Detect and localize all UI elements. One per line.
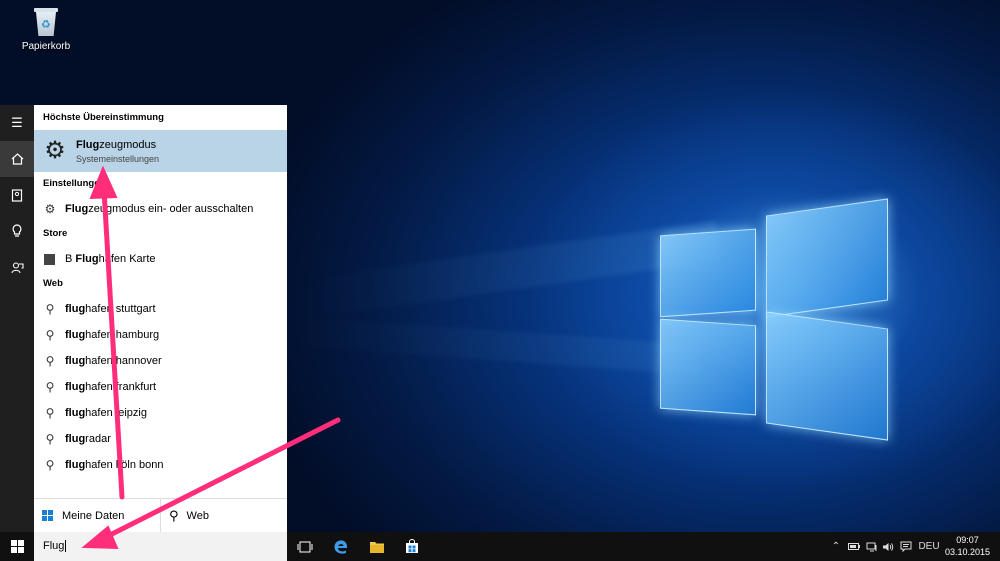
feedback-icon[interactable] [0, 249, 34, 285]
app-tile-icon [44, 253, 55, 265]
best-match-title: Flugzeugmodus [76, 138, 157, 151]
web-result-item[interactable]: ⚲ flug hafen frankfurt [34, 374, 287, 400]
web-result-item[interactable]: ⚲ flug hafen leipzig [34, 400, 287, 426]
settings-result-item[interactable]: ⚙ Flug zeugmodus ein- oder ausschalten [34, 196, 287, 222]
my-data-scope-button[interactable]: Meine Daten [34, 499, 160, 533]
recycle-bin-icon: ♻ [32, 6, 60, 38]
web-result-item[interactable]: ⚲ flug radar [34, 426, 287, 452]
notification-center-icon[interactable] [897, 532, 915, 561]
search-icon: ⚲ [45, 354, 55, 368]
clock-time: 09:07 [956, 535, 979, 545]
input-language-indicator[interactable]: DEU [917, 532, 941, 561]
settings-gear-icon: ⚙ [44, 137, 66, 164]
search-input[interactable]: Flug [34, 532, 287, 561]
edge-browser-icon[interactable] [324, 532, 358, 561]
home-icon[interactable] [0, 141, 34, 177]
menu-icon[interactable]: ☰ [0, 105, 34, 141]
best-match-header: Höchste Übereinstimmung [43, 112, 164, 123]
system-clock[interactable]: 09:07 03.10.2015 [945, 534, 990, 558]
web-scope-button[interactable]: ⚲ Web [160, 498, 287, 533]
store-result-item[interactable]: B Flug hafen Karte [34, 246, 287, 272]
windows-logo-icon [10, 540, 24, 553]
web-header: Web [43, 278, 63, 289]
best-match-item[interactable]: ⚙ Flugzeugmodus Systemeinstellungen [34, 130, 287, 172]
text-caret [65, 540, 67, 553]
lightbulb-icon[interactable] [0, 213, 34, 249]
web-result-item[interactable]: ⚲ flug hafen köln bonn [34, 452, 287, 478]
store-header: Store [43, 228, 68, 239]
battery-icon[interactable] [846, 532, 862, 561]
task-view-icon[interactable] [288, 532, 322, 561]
search-icon: ⚲ [45, 380, 55, 394]
web-result-item[interactable]: ⚲ flug hafen stuttgart [34, 296, 287, 322]
search-icon: ⚲ [45, 432, 55, 446]
search-icon: ⚲ [45, 406, 55, 420]
search-scope-bar: Meine Daten ⚲ Web [34, 498, 287, 533]
store-icon[interactable] [395, 532, 429, 561]
search-icon: ⚲ [45, 328, 55, 342]
windows-logo-icon [42, 510, 53, 521]
clock-date: 03.10.2015 [944, 547, 990, 557]
search-icon: ⚲ [45, 302, 55, 316]
network-icon[interactable] [864, 532, 880, 561]
start-rail: ☰ [0, 105, 34, 532]
start-button[interactable] [0, 532, 34, 561]
gear-icon: ⚙ [44, 202, 56, 216]
web-result-item[interactable]: ⚲ flug hafen hamburg [34, 322, 287, 348]
volume-icon[interactable] [880, 532, 896, 561]
recycle-bin-label: Papierkorb [21, 41, 71, 52]
web-result-item[interactable]: ⚲ flug hafen hannover [34, 348, 287, 374]
search-icon: ⚲ [169, 507, 179, 523]
chevron-up-icon[interactable]: ⌃ [828, 532, 844, 561]
windows-wallpaper-logo [650, 192, 890, 441]
taskbar: Flug ⌃ DEU 09:07 03.10.2015 [0, 532, 1000, 561]
recycle-bin[interactable]: ♻ Papierkorb [20, 2, 72, 52]
search-icon: ⚲ [45, 458, 55, 472]
file-explorer-icon[interactable] [360, 532, 394, 561]
best-match-subtitle: Systemeinstellungen [76, 153, 160, 164]
settings-header: Einstellungen [43, 178, 106, 189]
notebook-icon[interactable] [0, 177, 34, 213]
search-results-panel: Höchste Übereinstimmung ⚙ Flugzeugmodus … [34, 105, 287, 533]
